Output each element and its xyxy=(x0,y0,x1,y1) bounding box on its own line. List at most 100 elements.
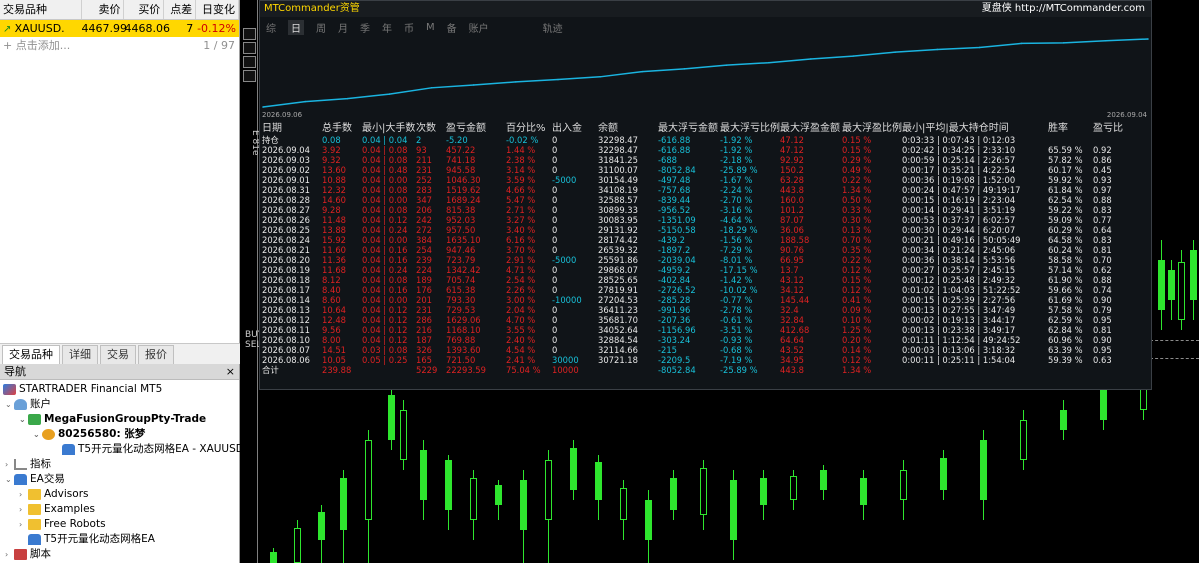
tab-summary[interactable]: 综 xyxy=(266,20,276,35)
chevron-right-icon[interactable]: › xyxy=(5,547,14,562)
equity-point xyxy=(472,84,475,86)
table-cell: -1897.2 xyxy=(658,245,691,255)
table-cell: 2026.08.19 xyxy=(262,265,310,275)
table-cell: 1393.60 xyxy=(446,345,481,355)
tool-icon[interactable] xyxy=(243,56,256,68)
chevron-down-icon[interactable]: ⌄ xyxy=(5,472,14,487)
tree-item-broker[interactable]: STARTRADER Financial MT5 xyxy=(0,382,239,397)
table-row: 2026.09.04 3.92 0.04 | 0.08 93 457.22 1.44 % 0… xyxy=(260,145,1151,155)
tab-year[interactable]: 年 xyxy=(382,20,392,35)
table-cell: 165 xyxy=(416,355,432,365)
table-cell: 2026.09.04 xyxy=(262,145,310,155)
table-cell: 次数 xyxy=(416,123,436,134)
equity-point xyxy=(683,68,686,70)
table-cell: 9.56 xyxy=(322,325,341,335)
tab-details[interactable]: 详细 xyxy=(62,345,98,364)
tree-item-examples[interactable]: › Examples xyxy=(0,502,239,517)
table-cell: 0.04 | 0.12 xyxy=(362,305,408,315)
tree-item-expert-advisors[interactable]: ⌄ EA交易 xyxy=(0,472,239,487)
market-watch-panel: 交易品种 卖价 买价 点差 日变化 ↗ XAUUSD. 4467.99 4468… xyxy=(0,0,240,343)
table-cell: 合计 xyxy=(262,365,279,375)
folder-icon xyxy=(28,488,41,500)
tab-week[interactable]: 周 xyxy=(316,20,326,35)
table-cell: -839.44 xyxy=(658,195,691,205)
table-cell: -2209.5 xyxy=(658,355,691,365)
table-cell: 5.47 % xyxy=(506,195,536,205)
tab-currency[interactable]: 币 xyxy=(404,20,414,35)
close-icon[interactable]: × xyxy=(226,364,235,379)
tool-icon[interactable] xyxy=(243,28,256,40)
header-symbol[interactable]: 交易品种 xyxy=(0,0,82,19)
table-cell: 出入金 xyxy=(552,123,582,134)
table-cell: 705.74 xyxy=(446,275,476,285)
table-cell: 0.88 xyxy=(1093,195,1112,205)
tree-item-account[interactable]: ⌄ 80256580: 张梦 xyxy=(0,427,239,442)
table-cell: 0 xyxy=(552,305,558,315)
table-cell: 10.88 xyxy=(322,175,346,185)
panel-divider[interactable] xyxy=(257,0,258,563)
table-cell: 0.22 % xyxy=(842,175,872,185)
tree-item-server[interactable]: ⌄ MegaFusionGroupPty-Trade xyxy=(0,412,239,427)
table-cell: 62.59 % xyxy=(1048,315,1083,325)
tree-item-running-ea[interactable]: T5开元量化动态网格EA - XAUUSD.,M xyxy=(0,442,260,457)
table-cell: 0.04 | 0.12 xyxy=(362,325,408,335)
tree-item-ea-file[interactable]: T5开元量化动态网格EA xyxy=(0,532,239,547)
table-row: 2026.08.26 11.48 0.04 | 0.12 242 952.03 3.27 … xyxy=(260,215,1151,225)
table-cell: 57.58 % xyxy=(1048,305,1083,315)
table-cell: 3.27 % xyxy=(506,215,536,225)
tool-icon[interactable] xyxy=(243,42,256,54)
table-cell: 1168.10 xyxy=(446,325,481,335)
table-cell: -285.28 xyxy=(658,295,691,305)
table-cell: 6.16 % xyxy=(506,235,536,245)
equity-point xyxy=(810,58,812,60)
header-change[interactable]: 日变化 xyxy=(196,0,240,19)
tree-item-advisors[interactable]: › Advisors xyxy=(0,487,239,502)
chevron-down-icon[interactable]: ⌄ xyxy=(19,412,28,427)
tab-month[interactable]: 月 xyxy=(338,20,348,35)
chevron-right-icon[interactable]: › xyxy=(19,487,28,502)
chevron-down-icon[interactable]: ⌄ xyxy=(5,397,14,412)
table-cell: 0.04 | 0.16 xyxy=(362,285,408,295)
table-cell: 32298.47 xyxy=(598,135,638,145)
header-spread[interactable]: 点差 xyxy=(164,0,197,19)
tool-icon[interactable] xyxy=(243,70,256,82)
table-cell: 0.22 % xyxy=(842,255,872,265)
chevron-down-icon[interactable]: ⌄ xyxy=(33,427,42,442)
tab-m[interactable]: M xyxy=(426,22,435,33)
table-cell: 2026.08.28 xyxy=(262,195,310,205)
tab-symbols[interactable]: 交易品种 xyxy=(2,345,60,364)
table-cell: 2026.08.12 xyxy=(262,315,310,325)
add-symbol-row[interactable]: + 点击添加... 1 / 97 xyxy=(0,37,239,54)
equity-point xyxy=(1062,42,1065,44)
symbol-row-xauusd[interactable]: ↗ XAUUSD. 4467.99 4468.06 7 -0.12% xyxy=(0,20,239,37)
candle-body xyxy=(445,460,452,510)
tab-day[interactable]: 日 xyxy=(288,19,304,35)
tab-trading[interactable]: 交易 xyxy=(100,345,136,364)
mtc-tabs: 综 日 周 月 季 年 币 M 备 账户 轨迹 xyxy=(260,19,760,35)
terminal-window: 交易品种 卖价 买价 点差 日变化 ↗ XAUUSD. 4467.99 4468… xyxy=(0,0,1199,563)
chevron-right-icon[interactable]: › xyxy=(5,457,14,472)
tree-item-scripts[interactable]: › 脚本 xyxy=(0,547,239,562)
header-bid[interactable]: 卖价 xyxy=(82,0,125,19)
table-cell: 0:02:42 | 0:34:25 | 2:33:10 xyxy=(902,145,1016,155)
chevron-right-icon[interactable]: › xyxy=(19,517,28,532)
header-ask[interactable]: 买价 xyxy=(124,0,165,19)
table-cell: 201 xyxy=(416,295,432,305)
tab-account[interactable]: 账户 xyxy=(469,20,489,35)
chevron-right-icon[interactable]: › xyxy=(19,502,28,517)
tab-ticks[interactable]: 报价 xyxy=(138,345,174,364)
table-cell: 224 xyxy=(416,265,432,275)
tab-note[interactable]: 备 xyxy=(447,20,457,35)
tab-trajectory[interactable]: 轨迹 xyxy=(543,20,563,35)
table-cell: -8052.84 xyxy=(658,365,696,375)
tree-item-accounts[interactable]: ⌄ 账户 xyxy=(0,397,239,412)
tab-quarter[interactable]: 季 xyxy=(360,20,370,35)
table-cell: 2 xyxy=(416,135,422,145)
tree-item-indicators[interactable]: › 指标 xyxy=(0,457,239,472)
mtc-site-link[interactable]: 夏盘侠 http://MTCommander.com xyxy=(982,1,1145,17)
tree-item-free-robots[interactable]: › Free Robots xyxy=(0,517,239,532)
table-cell: -10000 xyxy=(552,295,582,305)
table-cell: 2.04 % xyxy=(506,305,536,315)
table-row: 2026.08.19 11.68 0.04 | 0.24 224 1342.42 4.71… xyxy=(260,265,1151,275)
table-header: 日期 总手数 最小|大手数 次数 盈亏金额 百分比% 出入金 余额 最大浮亏金额 最大浮亏比例 最大… xyxy=(260,122,1151,135)
